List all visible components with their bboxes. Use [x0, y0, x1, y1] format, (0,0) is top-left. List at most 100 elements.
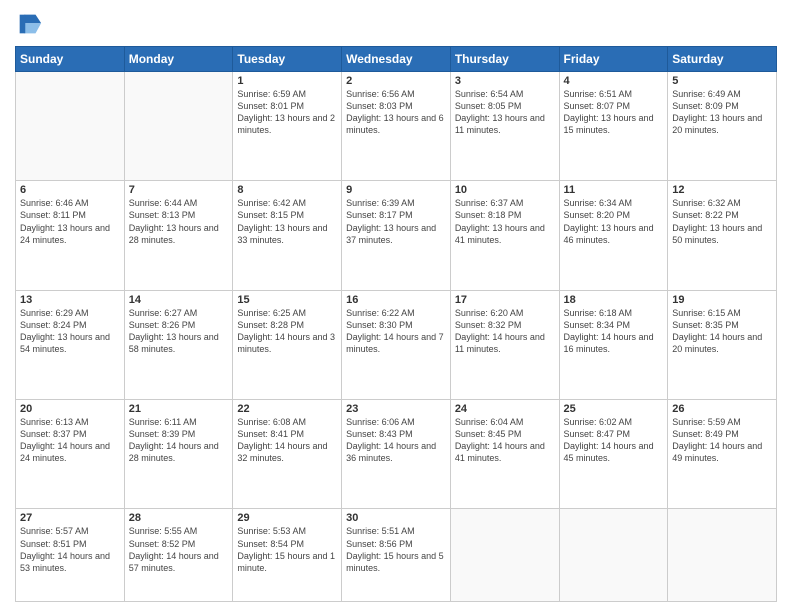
week-row-2: 6Sunrise: 6:46 AM Sunset: 8:11 PM Daylig…	[16, 181, 777, 290]
calendar-cell: 3Sunrise: 6:54 AM Sunset: 8:05 PM Daylig…	[450, 72, 559, 181]
day-number: 28	[129, 512, 229, 524]
day-number: 12	[672, 184, 772, 196]
day-number: 17	[455, 294, 555, 306]
day-info: Sunrise: 6:11 AM Sunset: 8:39 PM Dayligh…	[129, 416, 229, 465]
day-number: 10	[455, 184, 555, 196]
day-info: Sunrise: 6:49 AM Sunset: 8:09 PM Dayligh…	[672, 88, 772, 137]
day-info: Sunrise: 6:15 AM Sunset: 8:35 PM Dayligh…	[672, 307, 772, 356]
calendar-cell: 4Sunrise: 6:51 AM Sunset: 8:07 PM Daylig…	[559, 72, 668, 181]
day-info: Sunrise: 6:46 AM Sunset: 8:11 PM Dayligh…	[20, 197, 120, 246]
calendar-cell: 6Sunrise: 6:46 AM Sunset: 8:11 PM Daylig…	[16, 181, 125, 290]
day-info: Sunrise: 6:06 AM Sunset: 8:43 PM Dayligh…	[346, 416, 446, 465]
day-number: 26	[672, 403, 772, 415]
day-number: 7	[129, 184, 229, 196]
day-info: Sunrise: 6:29 AM Sunset: 8:24 PM Dayligh…	[20, 307, 120, 356]
calendar-cell: 9Sunrise: 6:39 AM Sunset: 8:17 PM Daylig…	[342, 181, 451, 290]
calendar-cell: 5Sunrise: 6:49 AM Sunset: 8:09 PM Daylig…	[668, 72, 777, 181]
day-header-friday: Friday	[559, 47, 668, 72]
day-header-tuesday: Tuesday	[233, 47, 342, 72]
week-row-1: 1Sunrise: 6:59 AM Sunset: 8:01 PM Daylig…	[16, 72, 777, 181]
calendar-cell: 17Sunrise: 6:20 AM Sunset: 8:32 PM Dayli…	[450, 290, 559, 399]
day-header-monday: Monday	[124, 47, 233, 72]
day-number: 1	[237, 75, 337, 87]
week-row-5: 27Sunrise: 5:57 AM Sunset: 8:51 PM Dayli…	[16, 509, 777, 602]
calendar-cell: 16Sunrise: 6:22 AM Sunset: 8:30 PM Dayli…	[342, 290, 451, 399]
day-number: 9	[346, 184, 446, 196]
calendar-cell: 30Sunrise: 5:51 AM Sunset: 8:56 PM Dayli…	[342, 509, 451, 602]
page: SundayMondayTuesdayWednesdayThursdayFrid…	[0, 0, 792, 612]
day-number: 13	[20, 294, 120, 306]
calendar-cell: 22Sunrise: 6:08 AM Sunset: 8:41 PM Dayli…	[233, 400, 342, 509]
calendar-cell: 10Sunrise: 6:37 AM Sunset: 8:18 PM Dayli…	[450, 181, 559, 290]
day-number: 30	[346, 512, 446, 524]
calendar-cell: 19Sunrise: 6:15 AM Sunset: 8:35 PM Dayli…	[668, 290, 777, 399]
day-header-wednesday: Wednesday	[342, 47, 451, 72]
calendar-cell: 25Sunrise: 6:02 AM Sunset: 8:47 PM Dayli…	[559, 400, 668, 509]
day-info: Sunrise: 6:32 AM Sunset: 8:22 PM Dayligh…	[672, 197, 772, 246]
calendar-cell: 8Sunrise: 6:42 AM Sunset: 8:15 PM Daylig…	[233, 181, 342, 290]
calendar-cell: 13Sunrise: 6:29 AM Sunset: 8:24 PM Dayli…	[16, 290, 125, 399]
day-info: Sunrise: 5:53 AM Sunset: 8:54 PM Dayligh…	[237, 525, 337, 574]
day-info: Sunrise: 5:57 AM Sunset: 8:51 PM Dayligh…	[20, 525, 120, 574]
calendar-cell: 20Sunrise: 6:13 AM Sunset: 8:37 PM Dayli…	[16, 400, 125, 509]
calendar-cell: 24Sunrise: 6:04 AM Sunset: 8:45 PM Dayli…	[450, 400, 559, 509]
day-info: Sunrise: 6:56 AM Sunset: 8:03 PM Dayligh…	[346, 88, 446, 137]
calendar-cell	[450, 509, 559, 602]
day-info: Sunrise: 6:44 AM Sunset: 8:13 PM Dayligh…	[129, 197, 229, 246]
day-number: 4	[564, 75, 664, 87]
day-info: Sunrise: 5:59 AM Sunset: 8:49 PM Dayligh…	[672, 416, 772, 465]
calendar-cell: 18Sunrise: 6:18 AM Sunset: 8:34 PM Dayli…	[559, 290, 668, 399]
day-number: 15	[237, 294, 337, 306]
calendar-cell: 14Sunrise: 6:27 AM Sunset: 8:26 PM Dayli…	[124, 290, 233, 399]
calendar-cell: 12Sunrise: 6:32 AM Sunset: 8:22 PM Dayli…	[668, 181, 777, 290]
calendar-cell: 23Sunrise: 6:06 AM Sunset: 8:43 PM Dayli…	[342, 400, 451, 509]
day-number: 22	[237, 403, 337, 415]
day-number: 16	[346, 294, 446, 306]
day-info: Sunrise: 6:22 AM Sunset: 8:30 PM Dayligh…	[346, 307, 446, 356]
day-info: Sunrise: 6:18 AM Sunset: 8:34 PM Dayligh…	[564, 307, 664, 356]
day-info: Sunrise: 6:51 AM Sunset: 8:07 PM Dayligh…	[564, 88, 664, 137]
day-info: Sunrise: 6:39 AM Sunset: 8:17 PM Dayligh…	[346, 197, 446, 246]
day-number: 8	[237, 184, 337, 196]
logo	[15, 10, 47, 38]
calendar-cell: 15Sunrise: 6:25 AM Sunset: 8:28 PM Dayli…	[233, 290, 342, 399]
day-number: 24	[455, 403, 555, 415]
day-info: Sunrise: 6:13 AM Sunset: 8:37 PM Dayligh…	[20, 416, 120, 465]
day-info: Sunrise: 5:55 AM Sunset: 8:52 PM Dayligh…	[129, 525, 229, 574]
day-info: Sunrise: 6:25 AM Sunset: 8:28 PM Dayligh…	[237, 307, 337, 356]
day-number: 27	[20, 512, 120, 524]
calendar-header-row: SundayMondayTuesdayWednesdayThursdayFrid…	[16, 47, 777, 72]
day-info: Sunrise: 5:51 AM Sunset: 8:56 PM Dayligh…	[346, 525, 446, 574]
calendar-cell: 29Sunrise: 5:53 AM Sunset: 8:54 PM Dayli…	[233, 509, 342, 602]
logo-icon	[15, 10, 43, 38]
day-info: Sunrise: 6:20 AM Sunset: 8:32 PM Dayligh…	[455, 307, 555, 356]
day-number: 29	[237, 512, 337, 524]
calendar-cell	[16, 72, 125, 181]
calendar-cell: 21Sunrise: 6:11 AM Sunset: 8:39 PM Dayli…	[124, 400, 233, 509]
day-info: Sunrise: 6:59 AM Sunset: 8:01 PM Dayligh…	[237, 88, 337, 137]
calendar-cell: 26Sunrise: 5:59 AM Sunset: 8:49 PM Dayli…	[668, 400, 777, 509]
day-info: Sunrise: 6:02 AM Sunset: 8:47 PM Dayligh…	[564, 416, 664, 465]
day-header-sunday: Sunday	[16, 47, 125, 72]
day-number: 23	[346, 403, 446, 415]
day-number: 25	[564, 403, 664, 415]
calendar-cell: 2Sunrise: 6:56 AM Sunset: 8:03 PM Daylig…	[342, 72, 451, 181]
day-info: Sunrise: 6:54 AM Sunset: 8:05 PM Dayligh…	[455, 88, 555, 137]
calendar-cell: 7Sunrise: 6:44 AM Sunset: 8:13 PM Daylig…	[124, 181, 233, 290]
day-number: 21	[129, 403, 229, 415]
day-number: 14	[129, 294, 229, 306]
day-number: 18	[564, 294, 664, 306]
day-number: 5	[672, 75, 772, 87]
calendar-cell	[124, 72, 233, 181]
day-info: Sunrise: 6:27 AM Sunset: 8:26 PM Dayligh…	[129, 307, 229, 356]
day-number: 6	[20, 184, 120, 196]
calendar-cell	[668, 509, 777, 602]
calendar-cell	[559, 509, 668, 602]
calendar-cell: 11Sunrise: 6:34 AM Sunset: 8:20 PM Dayli…	[559, 181, 668, 290]
week-row-3: 13Sunrise: 6:29 AM Sunset: 8:24 PM Dayli…	[16, 290, 777, 399]
day-header-thursday: Thursday	[450, 47, 559, 72]
day-number: 19	[672, 294, 772, 306]
day-header-saturday: Saturday	[668, 47, 777, 72]
day-number: 11	[564, 184, 664, 196]
calendar-cell: 1Sunrise: 6:59 AM Sunset: 8:01 PM Daylig…	[233, 72, 342, 181]
